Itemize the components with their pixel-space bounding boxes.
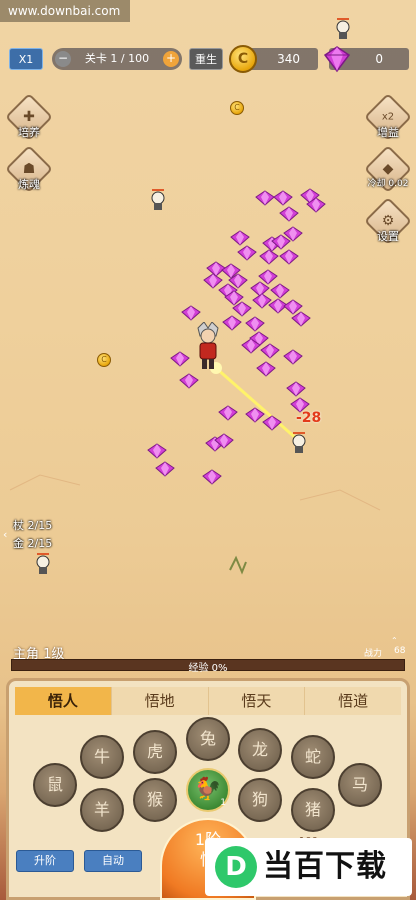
zodiac-tiger[interactable]: 虎 (133, 730, 177, 774)
gold-stat: 金 2/15 (13, 535, 52, 551)
enemy-sprite (151, 189, 165, 210)
tab-bar: 悟人 悟地 悟天 悟道 (15, 687, 401, 715)
gem-drop-icon (260, 343, 280, 359)
gem-drop-icon (203, 273, 223, 289)
damage-number: -28 (296, 410, 322, 426)
zodiac-pig[interactable]: 猪 (291, 788, 335, 832)
logo-text: 当百下载 (263, 849, 387, 884)
rooster-icon: 🐓 (194, 777, 222, 802)
rooster-count: 1 (220, 798, 226, 808)
gem-drop-icon (286, 381, 306, 397)
zodiac-snake[interactable]: 蛇 (291, 735, 335, 779)
experience-text: 经验 0% (188, 663, 228, 674)
staff-value: 2/15 (27, 519, 53, 532)
gem-drop-icon (230, 230, 250, 246)
enemy-sprite (36, 553, 50, 574)
ground-coin-icon: C (97, 353, 111, 367)
gem-drop-icon (206, 261, 226, 277)
zodiac-rabbit[interactable]: 兔 (186, 717, 230, 761)
gem-drop-icon (291, 311, 311, 327)
hero-sprite (197, 322, 219, 369)
gem-drop-icon (259, 249, 279, 265)
gem-drop-icon (256, 361, 276, 377)
tab-wutian[interactable]: 悟天 (208, 687, 306, 715)
logo-icon: D (215, 846, 257, 888)
experience-bar: 经验 0% (11, 659, 405, 674)
gem-drop-icon (218, 405, 238, 421)
gem-drop-icon (170, 351, 190, 367)
power-label: 战力 (364, 649, 383, 659)
gem-drop-icon (273, 190, 293, 206)
gold-label: 金 (13, 537, 24, 550)
gem-drop-icon (245, 316, 265, 332)
gold-value: 2/15 (27, 537, 53, 550)
gem-drop-icon (255, 190, 275, 206)
ground-coin-icon: C (230, 101, 244, 115)
gem-drop-icon (279, 206, 299, 222)
chevron-left-icon[interactable]: ‹ (3, 528, 7, 541)
tab-wuren[interactable]: 悟人 (15, 687, 112, 715)
gem-drop-icon (202, 469, 222, 485)
upgrade-button[interactable]: 升阶 (16, 850, 74, 872)
gem-drop-icon (283, 299, 303, 315)
gem-drop-icon (245, 407, 265, 423)
tab-wudao[interactable]: 悟道 (305, 687, 401, 715)
tab-wudi[interactable]: 悟地 (111, 687, 209, 715)
gem-field (147, 188, 326, 485)
zodiac-dog[interactable]: 狗 (238, 778, 282, 822)
zodiac-goat[interactable]: 羊 (80, 788, 124, 832)
gem-drop-icon (252, 293, 272, 309)
zodiac-dragon[interactable]: 龙 (238, 728, 282, 772)
gem-drop-icon (258, 269, 278, 285)
gem-drop-icon (279, 249, 299, 265)
gem-drop-icon (147, 443, 167, 459)
gem-drop-icon (155, 461, 175, 477)
zodiac-rat[interactable]: 鼠 (33, 763, 77, 807)
enemy-sprite (292, 432, 306, 453)
gem-drop-icon (237, 245, 257, 261)
chevron-up-icon[interactable]: ⌃ (391, 636, 398, 645)
gem-drop-icon (179, 373, 199, 389)
zodiac-monkey[interactable]: 猴 (133, 778, 177, 822)
gem-drop-icon (262, 415, 282, 431)
gem-drop-icon (270, 283, 290, 299)
power-value: 68 (394, 646, 406, 656)
auto-button[interactable]: 自动 (84, 850, 142, 872)
staff-stat: 杖 2/15 (13, 517, 52, 533)
staff-label: 杖 (13, 519, 24, 532)
zodiac-horse[interactable]: 马 (338, 763, 382, 807)
gem-drop-icon (283, 349, 303, 365)
enemy-sprite (336, 18, 350, 39)
gem-drop-icon (250, 281, 270, 297)
zodiac-ox[interactable]: 牛 (80, 735, 124, 779)
watermark-logo: D 当百下载 (205, 838, 412, 896)
gem-drop-icon (222, 315, 242, 331)
zodiac-rooster[interactable]: 🐓 1 (186, 768, 230, 812)
gem-drop-icon (181, 305, 201, 321)
